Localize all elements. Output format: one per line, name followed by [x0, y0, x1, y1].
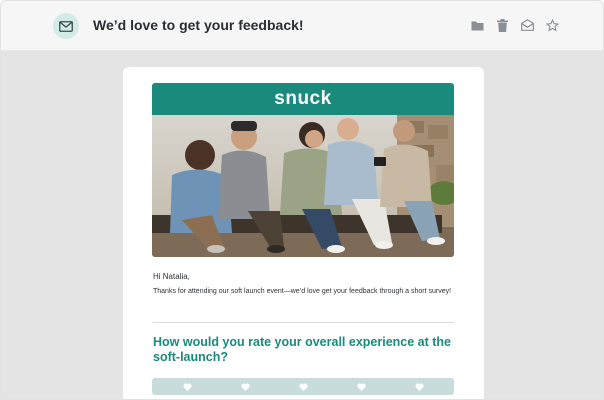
email-greeting: Hi Natalia, — [153, 272, 190, 281]
hero-image — [152, 115, 454, 257]
heart-icon[interactable] — [182, 382, 192, 392]
trash-icon[interactable] — [495, 18, 509, 32]
mail-icon — [53, 13, 79, 39]
survey-question: How would you rate your overall experien… — [153, 335, 451, 364]
envelope-open-icon[interactable] — [520, 18, 534, 32]
heart-icon[interactable] — [414, 382, 424, 392]
heart-icon[interactable] — [298, 382, 308, 392]
email-actions — [470, 18, 559, 32]
email-body-text: Thanks for attending our soft launch eve… — [153, 288, 452, 295]
section-divider — [153, 322, 454, 323]
heart-icon[interactable] — [240, 382, 250, 392]
email-client-window: We’d love to get your feedback! snuck Hi… — [0, 0, 604, 400]
folder-icon[interactable] — [470, 18, 484, 32]
email-header-bar: We’d love to get your feedback! — [1, 1, 603, 51]
rating-scale — [152, 378, 454, 395]
brand-header: snuck — [152, 83, 454, 115]
heart-icon[interactable] — [356, 382, 366, 392]
email-body-card: snuck Hi Natalia, Thanks for attending o… — [123, 67, 484, 399]
star-icon[interactable] — [545, 18, 559, 32]
brand-logo: snuck — [274, 88, 332, 109]
email-subject: We’d love to get your feedback! — [93, 17, 304, 33]
